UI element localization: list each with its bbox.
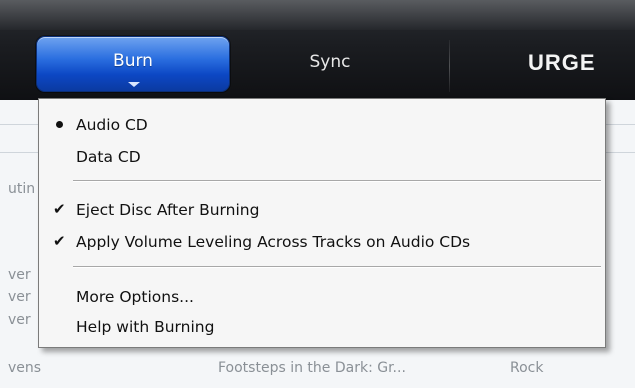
menu-item-label: Data CD	[76, 148, 141, 166]
menu-item-volume-leveling[interactable]: ✔ Apply Volume Leveling Across Tracks on…	[39, 230, 605, 254]
player-toolbar: Burn Sync URGE	[0, 0, 635, 100]
menu-item-help-burning[interactable]: Help with Burning	[39, 315, 605, 339]
background-column-text: utin	[8, 181, 36, 197]
toolbar-sheen	[0, 0, 635, 30]
menu-item-label: Help with Burning	[76, 318, 215, 336]
tab-divider	[449, 40, 450, 92]
tab-burn[interactable]: Burn	[36, 36, 230, 92]
background-column-text: ver	[8, 267, 31, 283]
urge-logo[interactable]: URGE	[528, 50, 596, 76]
track-genre: Rock	[510, 360, 544, 376]
tab-burn-label: Burn	[113, 51, 153, 71]
menu-item-eject-disc[interactable]: ✔ Eject Disc After Burning	[39, 198, 605, 222]
menu-item-label: Apply Volume Leveling Across Tracks on A…	[76, 233, 471, 251]
menu-item-label: More Options...	[76, 288, 194, 306]
menu-separator	[73, 266, 601, 268]
menu-item-label: Eject Disc After Burning	[76, 201, 260, 219]
track-title: Footsteps in the Dark: Gr...	[218, 360, 406, 376]
menu-separator	[73, 180, 601, 182]
chevron-down-icon[interactable]	[128, 82, 140, 87]
menu-item-label: Audio CD	[76, 116, 148, 134]
menu-item-more-options[interactable]: More Options...	[39, 285, 605, 309]
background-column-text: ver	[8, 289, 31, 305]
menu-item-audio-cd[interactable]: Audio CD	[39, 113, 605, 137]
checkmark-icon: ✔	[53, 232, 66, 250]
tab-sync[interactable]: Sync	[260, 52, 400, 72]
burn-options-menu: Audio CD Data CD ✔ Eject Disc After Burn…	[38, 98, 606, 348]
checkmark-icon: ✔	[53, 200, 66, 218]
radio-bullet-icon	[56, 121, 63, 128]
menu-item-data-cd[interactable]: Data CD	[39, 145, 605, 169]
background-column-text: ver	[8, 312, 31, 328]
background-column-text: vens	[8, 360, 42, 376]
